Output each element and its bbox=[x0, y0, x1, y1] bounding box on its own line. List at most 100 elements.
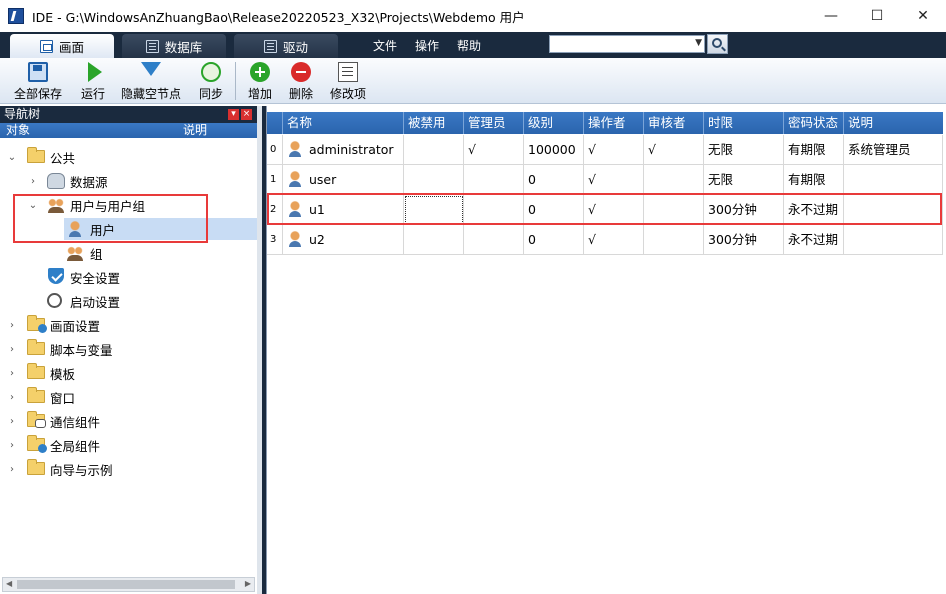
cell-level[interactable]: 0 bbox=[524, 225, 584, 255]
nav-col-desc[interactable]: 说明 bbox=[183, 123, 207, 138]
cell-operator[interactable]: √ bbox=[584, 135, 644, 165]
grid-header-name[interactable]: 名称 bbox=[283, 112, 404, 134]
cell-desc[interactable] bbox=[844, 195, 943, 225]
nav-col-object[interactable]: 对象 bbox=[6, 123, 30, 138]
tree-item-datasource[interactable]: › 数据源 bbox=[0, 170, 257, 192]
cell-operator[interactable]: √ bbox=[584, 165, 644, 195]
table-row[interactable]: 0 administrator √ 100000 √ √ 无限 有期限 系统管理… bbox=[267, 135, 943, 165]
cell-name[interactable]: u1 bbox=[283, 195, 404, 225]
cell-disabled[interactable] bbox=[404, 225, 464, 255]
cell-name[interactable]: user bbox=[283, 165, 404, 195]
search-button[interactable] bbox=[707, 34, 728, 54]
cell-operator[interactable]: √ bbox=[584, 225, 644, 255]
cell-pwd[interactable]: 永不过期 bbox=[784, 195, 844, 225]
chevron-down-icon[interactable]: ▼ bbox=[695, 38, 702, 48]
menu-help[interactable]: 帮助 bbox=[457, 32, 481, 58]
cell-name[interactable]: u2 bbox=[283, 225, 404, 255]
cell-desc[interactable] bbox=[844, 165, 943, 195]
chevron-right-icon[interactable]: › bbox=[7, 320, 17, 331]
cell-auditor[interactable]: √ bbox=[644, 135, 704, 165]
table-row[interactable]: 3 u2 0 √ 300分钟 永不过期 bbox=[267, 225, 943, 255]
tree-item-templates[interactable]: › 模板 bbox=[0, 362, 257, 384]
cell-limit[interactable]: 无限 bbox=[704, 135, 784, 165]
grid-header-limit[interactable]: 时限 bbox=[704, 112, 784, 134]
scroll-left-icon[interactable]: ◀ bbox=[6, 579, 12, 588]
pin-icon[interactable]: ▾ bbox=[228, 109, 239, 120]
chevron-right-icon[interactable]: › bbox=[28, 176, 38, 187]
cell-name[interactable]: administrator bbox=[283, 135, 404, 165]
table-row[interactable]: 2 u1 0 √ 300分钟 永不过期 bbox=[267, 195, 943, 225]
tree-item-users[interactable]: 用户 bbox=[64, 218, 257, 240]
cell-limit[interactable]: 300分钟 bbox=[704, 195, 784, 225]
run-button[interactable]: 运行 bbox=[81, 62, 105, 102]
tab-screen[interactable]: 画面 bbox=[10, 34, 114, 58]
add-button[interactable]: 增加 bbox=[248, 62, 272, 102]
cell-pwd[interactable]: 有期限 bbox=[784, 165, 844, 195]
tree-item-startup[interactable]: 启动设置 bbox=[0, 290, 257, 312]
chevron-right-icon[interactable]: › bbox=[7, 392, 17, 403]
cell-auditor[interactable] bbox=[644, 195, 704, 225]
tree-item-security[interactable]: 安全设置 bbox=[0, 266, 257, 288]
chevron-right-icon[interactable]: › bbox=[7, 416, 17, 427]
cell-disabled[interactable] bbox=[404, 165, 464, 195]
cell-auditor[interactable] bbox=[644, 165, 704, 195]
cell-admin[interactable] bbox=[464, 165, 524, 195]
search-combobox[interactable]: ▼ bbox=[549, 35, 705, 53]
horizontal-scrollbar[interactable]: ◀ ▶ bbox=[2, 577, 255, 592]
delete-button[interactable]: 删除 bbox=[289, 62, 313, 102]
cell-desc[interactable] bbox=[844, 225, 943, 255]
chevron-right-icon[interactable]: › bbox=[7, 368, 17, 379]
grid-header-pwd[interactable]: 密码状态 bbox=[784, 112, 844, 134]
maximize-button[interactable]: ☐ bbox=[854, 0, 900, 32]
tree-item-scripts[interactable]: › 脚本与变量 bbox=[0, 338, 257, 360]
cell-disabled[interactable] bbox=[404, 195, 464, 225]
grid-header-disabled[interactable]: 被禁用 bbox=[404, 112, 464, 134]
table-row[interactable]: 1 user 0 √ 无限 有期限 bbox=[267, 165, 943, 195]
close-icon[interactable]: × bbox=[241, 109, 252, 120]
chevron-right-icon[interactable]: › bbox=[7, 344, 17, 355]
menu-file[interactable]: 文件 bbox=[373, 32, 397, 58]
cell-level[interactable]: 0 bbox=[524, 195, 584, 225]
minimize-button[interactable]: — bbox=[808, 0, 854, 32]
cell-operator[interactable]: √ bbox=[584, 195, 644, 225]
tree-item-groups[interactable]: 组 bbox=[0, 242, 257, 264]
cell-limit[interactable]: 无限 bbox=[704, 165, 784, 195]
tree-item-global[interactable]: › 全局组件 bbox=[0, 434, 257, 456]
scrollbar-thumb[interactable] bbox=[17, 580, 235, 589]
chevron-down-icon[interactable]: ⌄ bbox=[28, 200, 38, 211]
scroll-right-icon[interactable]: ▶ bbox=[245, 579, 251, 588]
tree-item-windows[interactable]: › 窗口 bbox=[0, 386, 257, 408]
tree-item-comm[interactable]: › 通信组件 bbox=[0, 410, 257, 432]
close-button[interactable]: ✕ bbox=[900, 0, 946, 32]
tab-database[interactable]: 数据库 bbox=[122, 34, 226, 58]
cell-pwd[interactable]: 永不过期 bbox=[784, 225, 844, 255]
cell-admin[interactable]: √ bbox=[464, 135, 524, 165]
sync-button[interactable]: 同步 bbox=[199, 62, 223, 102]
grid-header-desc[interactable]: 说明 bbox=[844, 112, 943, 134]
cell-level[interactable]: 0 bbox=[524, 165, 584, 195]
chevron-down-icon[interactable]: ⌄ bbox=[7, 152, 17, 163]
tree-item-screen-settings[interactable]: › 画面设置 bbox=[0, 314, 257, 336]
save-all-button[interactable]: 全部保存 bbox=[14, 62, 62, 102]
cell-pwd[interactable]: 有期限 bbox=[784, 135, 844, 165]
grid-header-operator[interactable]: 操作者 bbox=[584, 112, 644, 134]
tree-item-users-groups[interactable]: ⌄ 用户与用户组 bbox=[0, 194, 257, 216]
grid-header-level[interactable]: 级别 bbox=[524, 112, 584, 134]
tree-item-public[interactable]: ⌄ 公共 bbox=[0, 146, 257, 168]
cell-disabled[interactable] bbox=[404, 135, 464, 165]
tree-item-wizard[interactable]: › 向导与示例 bbox=[0, 458, 257, 480]
tab-driver[interactable]: 驱动 bbox=[234, 34, 338, 58]
cell-auditor[interactable] bbox=[644, 225, 704, 255]
cell-limit[interactable]: 300分钟 bbox=[704, 225, 784, 255]
cell-level[interactable]: 100000 bbox=[524, 135, 584, 165]
hide-empty-nodes-button[interactable]: 隐藏空节点 bbox=[121, 62, 181, 102]
cell-admin[interactable] bbox=[464, 225, 524, 255]
menu-operate[interactable]: 操作 bbox=[415, 32, 439, 58]
grid-header-auditor[interactable]: 审核者 bbox=[644, 112, 704, 134]
cell-desc[interactable]: 系统管理员 bbox=[844, 135, 943, 165]
edit-item-button[interactable]: 修改项 bbox=[330, 62, 366, 102]
chevron-right-icon[interactable]: › bbox=[7, 440, 17, 451]
chevron-right-icon[interactable]: › bbox=[7, 464, 17, 475]
cell-admin[interactable] bbox=[464, 195, 524, 225]
grid-header-admin[interactable]: 管理员 bbox=[464, 112, 524, 134]
